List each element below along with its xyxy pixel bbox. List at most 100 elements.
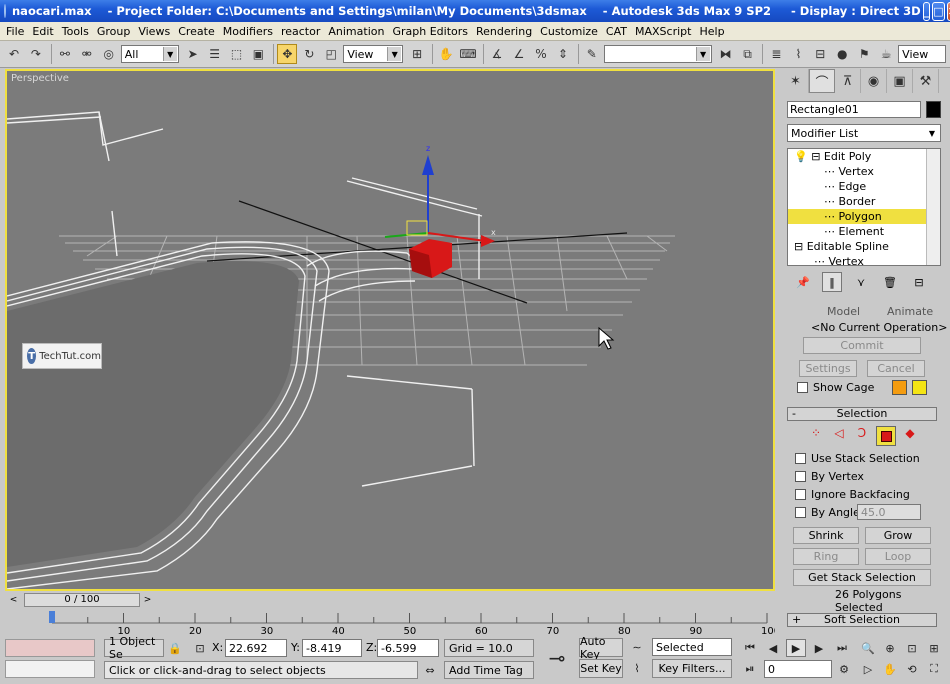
menu-cat[interactable]: CAT: [606, 25, 627, 38]
make-unique-icon[interactable]: ⋎: [851, 272, 871, 292]
object-color-swatch[interactable]: [926, 101, 941, 118]
link-icon[interactable]: ⚯: [55, 44, 75, 64]
redo-icon[interactable]: ↷: [26, 44, 46, 64]
menu-file[interactable]: File: [6, 25, 24, 38]
play-icon[interactable]: ▶: [786, 639, 806, 657]
minimize-button[interactable]: _: [922, 1, 931, 21]
key-mode-dropdown[interactable]: Selected: [652, 638, 732, 656]
named-selection-dropdown[interactable]: ▼: [603, 45, 712, 63]
key-tangent-icon[interactable]: ⌇: [627, 659, 647, 677]
close-button[interactable]: ✕: [946, 1, 950, 21]
stack-item-polygon[interactable]: ⋯ Polygon: [788, 209, 940, 224]
pivot-center-icon[interactable]: ⊞: [407, 44, 427, 64]
goto-start-icon[interactable]: ⏮: [740, 639, 760, 657]
menu-rendering[interactable]: Rendering: [476, 25, 532, 38]
menu-reactor[interactable]: reactor: [281, 25, 320, 38]
y-coordinate-field[interactable]: -8.419: [302, 639, 362, 657]
settings-button[interactable]: Settings: [799, 360, 857, 377]
show-end-result-icon[interactable]: ‖: [822, 272, 842, 292]
remove-modifier-icon[interactable]: 🗑: [880, 272, 900, 292]
time-prev-button[interactable]: <: [7, 593, 20, 607]
viewport-label[interactable]: Perspective: [11, 73, 69, 84]
select-by-name-icon[interactable]: ☰: [205, 44, 225, 64]
get-stack-selection-button[interactable]: Get Stack Selection: [793, 569, 931, 586]
stack-item-edge[interactable]: ⋯ Edge: [788, 179, 940, 194]
checkbox-box[interactable]: [795, 507, 806, 518]
time-next-button[interactable]: >: [141, 593, 154, 607]
curve-editor-icon[interactable]: ⌇: [788, 44, 808, 64]
checkbox-box[interactable]: [795, 489, 806, 500]
create-tab-icon[interactable]: ✶: [783, 69, 809, 93]
menu-modifiers[interactable]: Modifiers: [223, 25, 273, 38]
snaps-toggle-icon[interactable]: ∡: [487, 44, 507, 64]
display-tab-icon[interactable]: ▣: [887, 69, 913, 93]
menu-maxscript[interactable]: MAXScript: [635, 25, 691, 38]
zoom-all-icon[interactable]: ⊕: [880, 639, 900, 657]
menu-group[interactable]: Group: [97, 25, 131, 38]
layer-manager-icon[interactable]: ≣: [766, 44, 786, 64]
vertex-level-icon[interactable]: ⁘: [807, 426, 825, 444]
maxscript-listener-mini[interactable]: [5, 639, 95, 657]
angle-spinner[interactable]: 45.0: [857, 504, 921, 520]
mirror-icon[interactable]: ⧓: [716, 44, 736, 64]
undo-icon[interactable]: ↶: [4, 44, 24, 64]
previous-frame-icon[interactable]: ◀: [763, 639, 783, 657]
goto-end-icon[interactable]: ⏭: [832, 639, 852, 657]
by-angle-checkbox[interactable]: By Angle:: [795, 506, 864, 519]
zoom-icon[interactable]: 🔍: [858, 639, 878, 657]
hierarchy-tab-icon[interactable]: ⊼: [835, 69, 861, 93]
time-slider[interactable]: 0 / 100: [24, 593, 140, 607]
object-name-field[interactable]: Rectangle01: [787, 101, 921, 118]
viewport-scene[interactable]: z x: [7, 71, 773, 589]
window-crossing-icon[interactable]: ▣: [249, 44, 269, 64]
time-configuration-icon[interactable]: ⚙: [834, 660, 854, 678]
trackbar-ruler[interactable]: 102030405060708090100: [5, 609, 780, 637]
render-type-dropdown[interactable]: View: [898, 45, 947, 63]
stack-item-element[interactable]: ⋯ Element: [788, 224, 940, 239]
menu-views[interactable]: Views: [138, 25, 170, 38]
perspective-viewport[interactable]: z x Perspective T TechTut.com: [5, 69, 775, 591]
zoom-extents-all-icon[interactable]: ⊞: [924, 639, 944, 657]
current-frame-field[interactable]: 0: [764, 660, 832, 678]
show-cage-checkbox[interactable]: Show Cage: [797, 381, 874, 394]
x-coordinate-field[interactable]: 22.692: [225, 639, 287, 657]
border-level-icon[interactable]: Ͻ: [853, 426, 871, 444]
unlink-icon[interactable]: ⚮: [77, 44, 97, 64]
app-icon[interactable]: [4, 4, 6, 18]
edit-named-selection-icon[interactable]: ✎: [582, 44, 602, 64]
shrink-button[interactable]: Shrink: [793, 527, 859, 544]
ring-button[interactable]: Ring: [793, 548, 859, 565]
soft-selection-rollout-header[interactable]: + Soft Selection: [787, 613, 937, 627]
zoom-extents-icon[interactable]: ⊡: [902, 639, 922, 657]
select-manipulate-icon[interactable]: ✋: [436, 44, 456, 64]
add-time-tag-button[interactable]: Add Time Tag: [444, 661, 534, 679]
commit-button[interactable]: Commit: [803, 337, 921, 354]
default-in-out-icon[interactable]: ∼: [627, 638, 647, 656]
modifier-list-dropdown[interactable]: Modifier List ▼: [787, 124, 941, 142]
checkbox-box[interactable]: [795, 471, 806, 482]
loop-button[interactable]: Loop: [865, 548, 931, 565]
maxscript-output-mini[interactable]: [5, 660, 95, 678]
menu-edit[interactable]: Edit: [32, 25, 53, 38]
field-of-view-icon[interactable]: ▷: [858, 660, 878, 678]
absolute-mode-icon[interactable]: ⊡: [190, 639, 210, 657]
set-key-mode-icon[interactable]: ⊸: [540, 645, 574, 671]
edge-level-icon[interactable]: ◁: [830, 426, 848, 444]
arc-rotate-icon[interactable]: ⟲: [902, 660, 922, 678]
mode-model-label[interactable]: Model: [827, 305, 860, 318]
use-stack-selection-checkbox[interactable]: Use Stack Selection: [795, 452, 920, 465]
move-icon[interactable]: ✥: [277, 44, 298, 64]
menu-graph-editors[interactable]: Graph Editors: [392, 25, 468, 38]
trackbar[interactable]: 102030405060708090100: [5, 609, 780, 637]
stack-item-edit-poly[interactable]: 💡 ⊟ Edit Poly: [788, 149, 940, 164]
stack-item-vertex[interactable]: ⋯ Vertex: [788, 164, 940, 179]
ignore-backfacing-checkbox[interactable]: Ignore Backfacing: [795, 488, 910, 501]
utilities-tab-icon[interactable]: ⚒: [913, 69, 939, 93]
align-icon[interactable]: ⧉: [738, 44, 758, 64]
percent-snap-icon[interactable]: %: [531, 44, 551, 64]
quick-render-icon[interactable]: ☕: [876, 44, 896, 64]
pan-icon[interactable]: ✋: [880, 660, 900, 678]
configure-sets-icon[interactable]: ⊟: [909, 272, 929, 292]
select-object-icon[interactable]: ➤: [183, 44, 203, 64]
angle-snap-icon[interactable]: ∠: [509, 44, 529, 64]
